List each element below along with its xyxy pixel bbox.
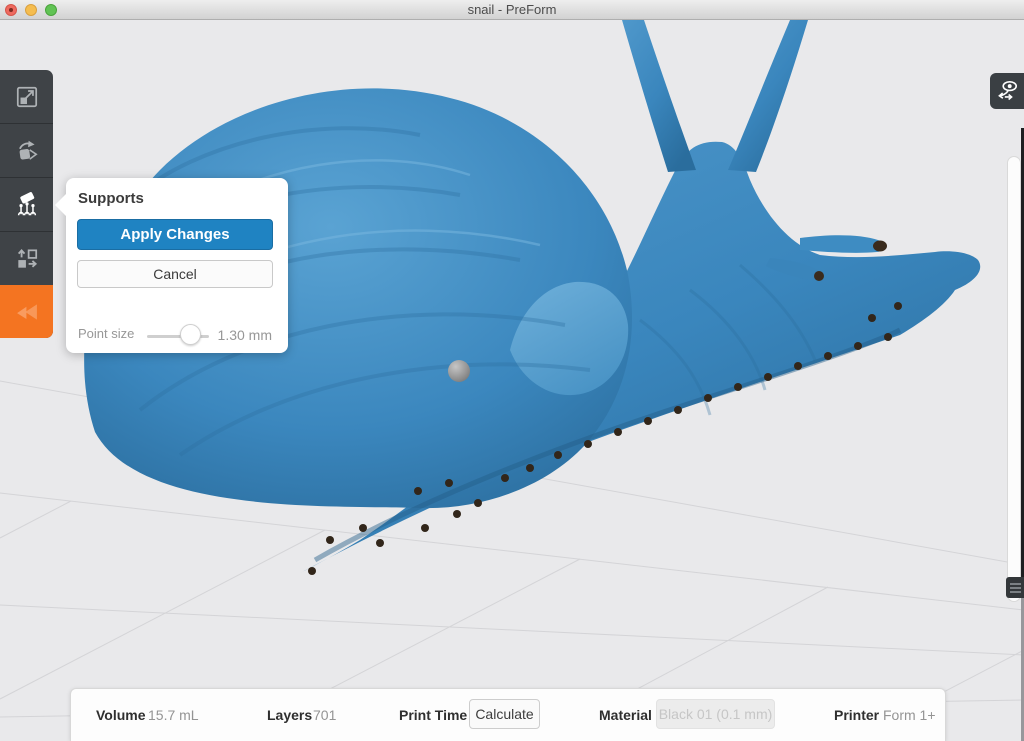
layout-icon <box>14 246 40 272</box>
cancel-button[interactable]: Cancel <box>77 260 273 288</box>
apply-changes-button[interactable]: Apply Changes <box>77 219 273 250</box>
material-button[interactable]: Black 01 (0.1 mm) <box>656 699 775 729</box>
tool-sidebar <box>0 70 53 338</box>
preform-window: snail - PreForm <box>0 0 1024 741</box>
support-point-preview[interactable] <box>448 360 470 382</box>
supports-tool-button[interactable] <box>0 177 53 231</box>
supports-icon <box>14 192 40 218</box>
volume-value: 15.7 mL <box>148 707 199 723</box>
panel-caret <box>55 194 66 216</box>
snail-tentacle-right <box>728 20 808 172</box>
rotate-tool-button[interactable] <box>0 123 53 177</box>
orbit-view-icon <box>994 78 1020 104</box>
butterfly-icon <box>13 298 41 326</box>
rotate-icon <box>14 138 40 164</box>
printer-label: Printer <box>834 707 879 723</box>
layers-label: Layers <box>267 707 312 723</box>
snail-tentacle-left <box>622 20 696 172</box>
point-size-slider-handle[interactable] <box>180 324 201 345</box>
material-label: Material <box>599 707 652 723</box>
layer-slider-handle[interactable] <box>1006 577 1024 598</box>
viewport-3d[interactable] <box>0 20 1024 741</box>
calculate-button[interactable]: Calculate <box>469 699 540 729</box>
layer-slider-track[interactable] <box>1007 156 1021 602</box>
scale-icon <box>14 84 40 110</box>
titlebar: snail - PreForm <box>0 0 1024 20</box>
point-size-label: Point size <box>78 326 134 341</box>
status-bar: Volume 15.7 mL Layers 701 Print Time Cal… <box>70 688 946 741</box>
window-title: snail - PreForm <box>0 2 1024 17</box>
scale-tool-button[interactable] <box>0 70 53 123</box>
print-time-label: Print Time <box>399 707 467 723</box>
supports-panel: Supports Apply Changes Cancel Point size… <box>66 178 288 353</box>
orbit-view-button[interactable] <box>990 73 1024 109</box>
panel-title: Supports <box>78 190 144 207</box>
formlabs-button[interactable] <box>0 285 53 338</box>
point-size-value: 1.30 mm <box>218 327 272 343</box>
volume-label: Volume <box>96 707 146 723</box>
printer-value: Form 1+ <box>883 707 936 723</box>
layers-value: 701 <box>313 707 336 723</box>
layout-tool-button[interactable] <box>0 231 53 285</box>
